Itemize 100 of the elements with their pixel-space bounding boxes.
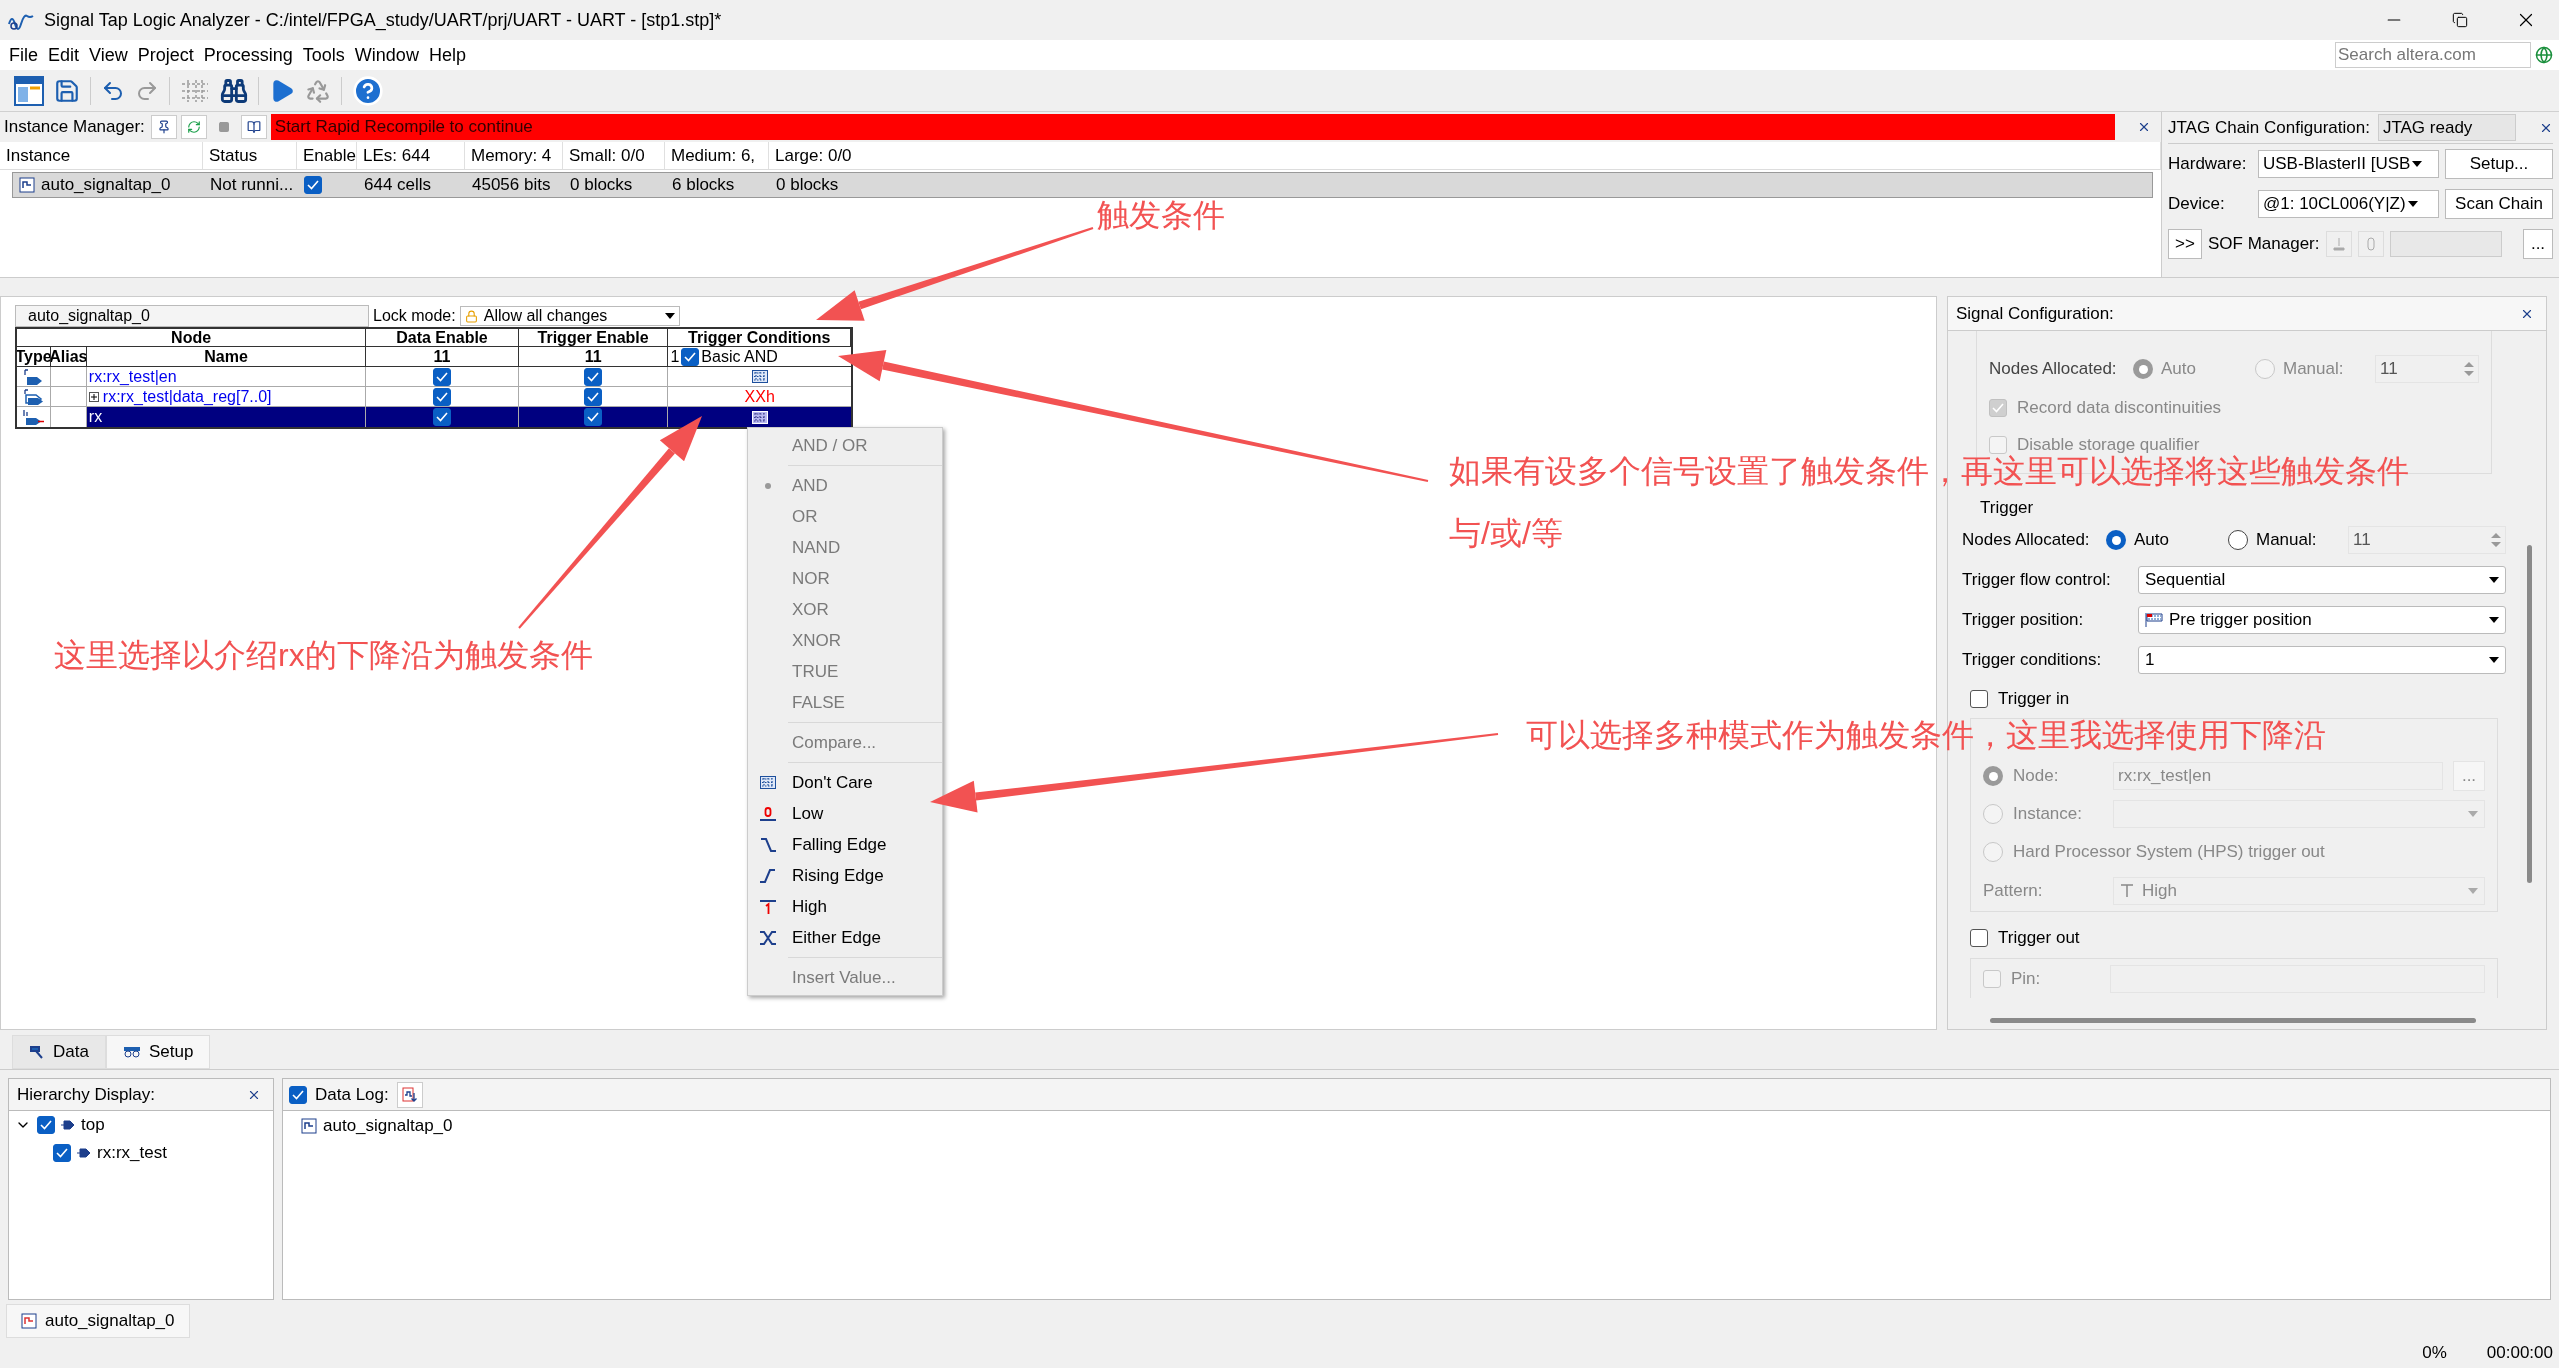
setup-button[interactable]: Setup... [2445,149,2553,179]
dropdown[interactable]: Sequential [2138,566,2506,594]
checkbox[interactable] [433,367,451,386]
checkbox[interactable] [433,408,451,426]
checkbox[interactable] [681,347,700,366]
column-header: 11 [584,346,602,367]
instance-row[interactable]: auto_signaltap_0 Not runni... 644 cells 45056 bits 0 blocks 6 blocks 0 blocks [12,172,2153,198]
export-icon[interactable] [396,1081,423,1108]
progress-text: 0% [2422,1342,2447,1365]
column-header: Enable [303,144,356,167]
checkbox[interactable] [584,408,603,426]
radio-button[interactable] [1983,766,2003,786]
tab[interactable]: Setup [105,1035,211,1069]
column-group-header: Trigger Enable [537,327,649,348]
node-row[interactable]: rx [17,407,851,427]
layout-icon[interactable] [14,75,44,106]
help-icon[interactable] [352,74,384,107]
checkbox[interactable] [584,367,603,386]
dropdown[interactable]: 1 [2138,646,2506,674]
refresh-icon[interactable] [180,115,207,139]
menu-item[interactable]: Rising Edge [748,860,942,891]
device-dropdown[interactable]: @1: 10CL006(Y|Z) [2258,190,2439,218]
caret-icon [2468,888,2478,894]
scrollbar[interactable] [1990,1018,2476,1023]
menu-item[interactable]: Processing [198,41,298,69]
field-label: Pattern: [1983,880,2044,903]
menu-item[interactable]: Either Edge [748,922,942,953]
menu-item[interactable]: Tools [297,41,350,69]
field-label: Lock mode: [373,306,456,326]
binoculars-icon[interactable] [220,76,248,105]
instance-icon [19,177,35,193]
elapsed-time: 00:00:00 [2486,1342,2553,1365]
dropdown[interactable]: Pre trigger position [2138,606,2506,634]
checkbox[interactable] [37,1116,55,1134]
node-name: rx:rx_test|data_reg[7..0] [102,386,272,407]
sof-field[interactable] [2389,231,2502,257]
checkbox[interactable] [584,387,603,406]
menu-item[interactable]: View [84,41,133,69]
glasses-icon [122,1046,141,1058]
scan-chain-button[interactable]: Scan Chain [2445,189,2553,219]
field-label: Device: [2168,193,2226,216]
checkbox[interactable] [1970,690,1988,708]
log-item[interactable]: auto_signaltap_0 [323,1113,453,1139]
tree-item[interactable]: top [81,1112,105,1138]
annotation-text: 触发条件 [1097,196,1225,234]
panel-title: Instance Manager: [4,116,145,139]
field-label: SOF Manager: [2208,233,2320,256]
menu-item[interactable]: Falling Edge [748,829,942,860]
instance-tab[interactable]: auto_signaltap_0 [6,1304,190,1338]
restore-icon[interactable] [2452,12,2468,28]
radio-button[interactable] [2106,530,2126,550]
checkbox-label: Record data discontinuities [2017,396,2222,419]
menu-item[interactable]: Window [349,41,424,69]
panel-title: Hierarchy Display: [17,1083,155,1106]
checkbox[interactable] [289,1085,307,1104]
checkbox[interactable] [53,1144,71,1162]
table-cell-text: 45056 bits [472,174,551,197]
spin-field[interactable]: 11 [2348,526,2506,554]
close-icon[interactable] [2137,120,2151,134]
menu-item[interactable]: File [4,41,43,69]
menu-item[interactable]: Don't Care [748,767,942,798]
high-level-icon [759,898,777,915]
pattern-icon [751,370,768,383]
browse-button[interactable]: ... [2523,229,2553,259]
node-row[interactable]: rx:rx_test|data_reg[7..0] XXh [17,387,851,407]
column-group-header: Trigger Conditions [688,327,831,348]
field-label: Hardware: [2168,153,2248,176]
caret-icon [2489,657,2499,663]
field-label: Nodes Allocated: [1962,529,2091,552]
save-icon[interactable] [54,77,80,104]
annotation-text: 这里选择以介绍rx的下降沿为触发条件 [54,636,593,674]
checkbox[interactable] [1970,929,1988,947]
expand-button[interactable]: >> [2168,229,2202,259]
hardware-dropdown[interactable]: USB-BlasterII [USB [2258,150,2439,178]
radio-label: Node: [2013,765,2060,788]
field-label: Trigger position: [1962,609,2085,632]
caret-icon [2489,617,2499,623]
menu-item[interactable]: Edit [43,41,85,69]
scrollbar[interactable] [2527,545,2532,883]
column-group-header: Data Enable [396,327,488,348]
checkbox[interactable] [433,387,451,406]
menu-item[interactable]: Low [748,798,942,829]
checkbox[interactable] [304,176,322,194]
radio-label: Manual: [2256,529,2318,552]
radio-button[interactable] [2228,530,2248,550]
field-label: Trigger conditions: [1962,649,2103,672]
tab[interactable]: Data [12,1035,106,1069]
book-icon[interactable] [240,115,267,139]
expand-icon[interactable] [88,391,99,402]
autorun-icon[interactable] [150,115,177,139]
menu-item[interactable]: Project [132,41,199,69]
tree-item[interactable]: rx:rx_test [97,1140,167,1166]
node-name: rx [88,407,103,427]
menu-item[interactable]: High [748,891,942,922]
node-row[interactable]: rx:rx_test|en [17,367,851,387]
lock-mode-dropdown[interactable]: Allow all changes [459,306,680,326]
menu-item[interactable]: Help [423,41,471,69]
annotation-text: 可以选择多种模式作为触发条件，这里我选择使用下降沿 [1526,716,2326,754]
instance-icon [21,1313,37,1329]
search-field[interactable]: Search altera.com [2335,42,2531,68]
